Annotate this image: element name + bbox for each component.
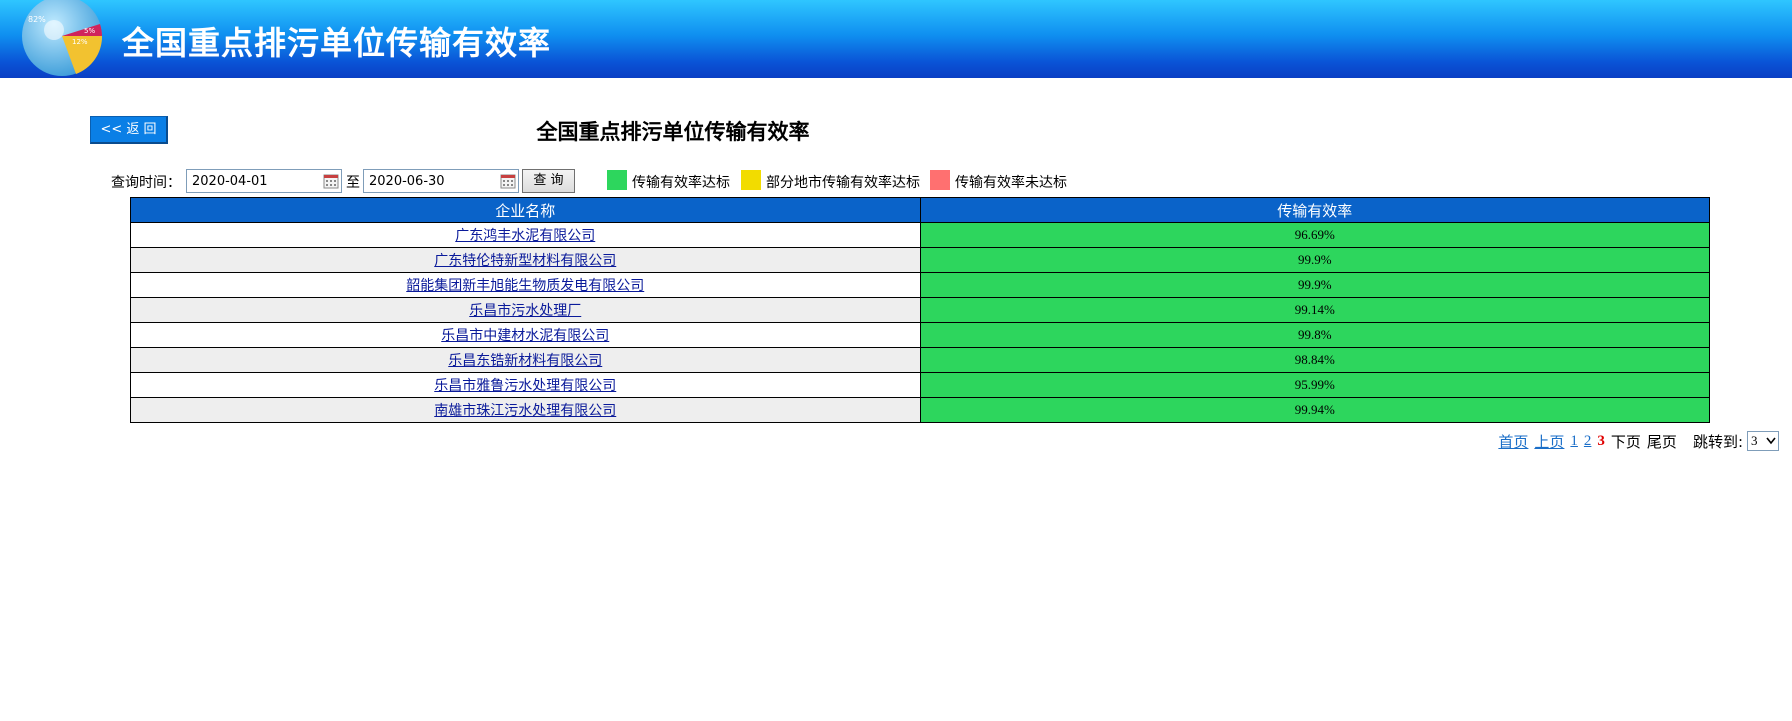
legend-label: 传输有效率未达标 bbox=[955, 175, 1067, 191]
table-row: 乐昌东锆新材料有限公司 98.84% bbox=[130, 347, 1710, 373]
page-link[interactable]: 1 bbox=[1570, 433, 1578, 450]
page-title: 全国重点排污单位传输有效率 bbox=[536, 120, 810, 144]
rate-cell: 96.69% bbox=[919, 222, 1710, 248]
calendar-icon[interactable] bbox=[500, 173, 516, 189]
rate-cell: 99.94% bbox=[919, 397, 1710, 423]
rate-cell: 95.99% bbox=[919, 372, 1710, 398]
end-date-input[interactable] bbox=[364, 170, 494, 192]
query-time-label: 查询时间： bbox=[111, 175, 181, 191]
logo-label: 82% bbox=[28, 15, 46, 24]
next-page-label: 下页 bbox=[1610, 432, 1641, 451]
company-link[interactable]: 南雄市珠江污水处理有限公司 bbox=[434, 403, 616, 419]
company-cell: 乐昌市污水处理厂 bbox=[130, 297, 921, 323]
rate-cell: 99.9% bbox=[919, 272, 1710, 298]
calendar-icon[interactable] bbox=[323, 173, 339, 189]
rate-cell: 99.9% bbox=[919, 247, 1710, 273]
company-cell: 乐昌市中建材水泥有限公司 bbox=[130, 322, 921, 348]
table-row: 乐昌市污水处理厂 99.14% bbox=[130, 297, 1710, 323]
rate-cell: 98.84% bbox=[919, 347, 1710, 373]
last-page-label: 尾页 bbox=[1646, 432, 1677, 451]
table-header-row: 企业名称 传输有效率 bbox=[130, 197, 1710, 223]
to-label: 至 bbox=[346, 175, 360, 191]
jump-to-label: 跳转到: bbox=[1692, 432, 1743, 451]
company-link[interactable]: 广东特伦特新型材料有限公司 bbox=[434, 253, 616, 269]
column-header: 企业名称 bbox=[130, 197, 921, 223]
chevron-down-icon bbox=[1766, 437, 1776, 445]
rate-cell: 99.14% bbox=[919, 297, 1710, 323]
end-date-field[interactable] bbox=[363, 169, 519, 193]
company-cell: 乐昌东锆新材料有限公司 bbox=[130, 347, 921, 373]
pagination: 首页 上页 1 2 3 下页 尾页 跳转到: 3 bbox=[1498, 429, 1779, 453]
start-date-field[interactable] bbox=[186, 169, 342, 193]
efficiency-table: 企业名称 传输有效率 广东鸿丰水泥有限公司 96.69% 广东特伦特新型材料有限公司… bbox=[130, 197, 1710, 423]
table-row: 广东特伦特新型材料有限公司 99.9% bbox=[130, 247, 1710, 273]
company-cell: 广东特伦特新型材料有限公司 bbox=[130, 247, 921, 273]
legend-swatch-red bbox=[930, 170, 950, 190]
column-header: 传输有效率 bbox=[919, 197, 1710, 223]
start-date-input[interactable] bbox=[187, 170, 317, 192]
banner-title: 全国重点排污单位传输有效率 bbox=[122, 24, 552, 62]
company-link[interactable]: 韶能集团新丰旭能生物质发电有限公司 bbox=[406, 278, 644, 294]
company-link[interactable]: 广东鸿丰水泥有限公司 bbox=[455, 228, 595, 244]
current-page: 3 bbox=[1597, 432, 1605, 449]
table-row: 乐昌市雅鲁污水处理有限公司 95.99% bbox=[130, 372, 1710, 398]
header-banner: 82% 5% 12% 全国重点排污单位传输有效率 bbox=[0, 0, 1792, 78]
company-link[interactable]: 乐昌市污水处理厂 bbox=[469, 303, 581, 319]
legend-label: 传输有效率达标 bbox=[632, 175, 730, 191]
company-cell: 广东鸿丰水泥有限公司 bbox=[130, 222, 921, 248]
page-select-value: 3 bbox=[1751, 433, 1758, 448]
legend-label: 部分地市传输有效率达标 bbox=[766, 175, 920, 191]
company-link[interactable]: 乐昌东锆新材料有限公司 bbox=[448, 353, 602, 369]
logo-label: 5% bbox=[84, 27, 95, 35]
company-link[interactable]: 乐昌市中建材水泥有限公司 bbox=[441, 328, 609, 344]
prev-page-link[interactable]: 上页 bbox=[1534, 431, 1564, 452]
legend-swatch-green bbox=[607, 170, 627, 190]
table-row: 乐昌市中建材水泥有限公司 99.8% bbox=[130, 322, 1710, 348]
logo-label: 12% bbox=[72, 38, 88, 46]
first-page-link[interactable]: 首页 bbox=[1498, 431, 1528, 452]
company-cell: 韶能集团新丰旭能生物质发电有限公司 bbox=[130, 272, 921, 298]
table-row: 韶能集团新丰旭能生物质发电有限公司 99.9% bbox=[130, 272, 1710, 298]
rate-cell: 99.8% bbox=[919, 322, 1710, 348]
legend-swatch-yellow bbox=[741, 170, 761, 190]
table-row: 南雄市珠江污水处理有限公司 99.94% bbox=[130, 397, 1710, 423]
pie-chart-logo-icon: 82% 5% 12% bbox=[22, 0, 103, 76]
page-link[interactable]: 2 bbox=[1584, 433, 1592, 450]
search-button[interactable]: 查 询 bbox=[522, 169, 575, 193]
company-cell: 乐昌市雅鲁污水处理有限公司 bbox=[130, 372, 921, 398]
page-select[interactable]: 3 bbox=[1747, 431, 1779, 451]
table-row: 广东鸿丰水泥有限公司 96.69% bbox=[130, 222, 1710, 248]
company-cell: 南雄市珠江污水处理有限公司 bbox=[130, 397, 921, 423]
company-link[interactable]: 乐昌市雅鲁污水处理有限公司 bbox=[434, 378, 616, 394]
